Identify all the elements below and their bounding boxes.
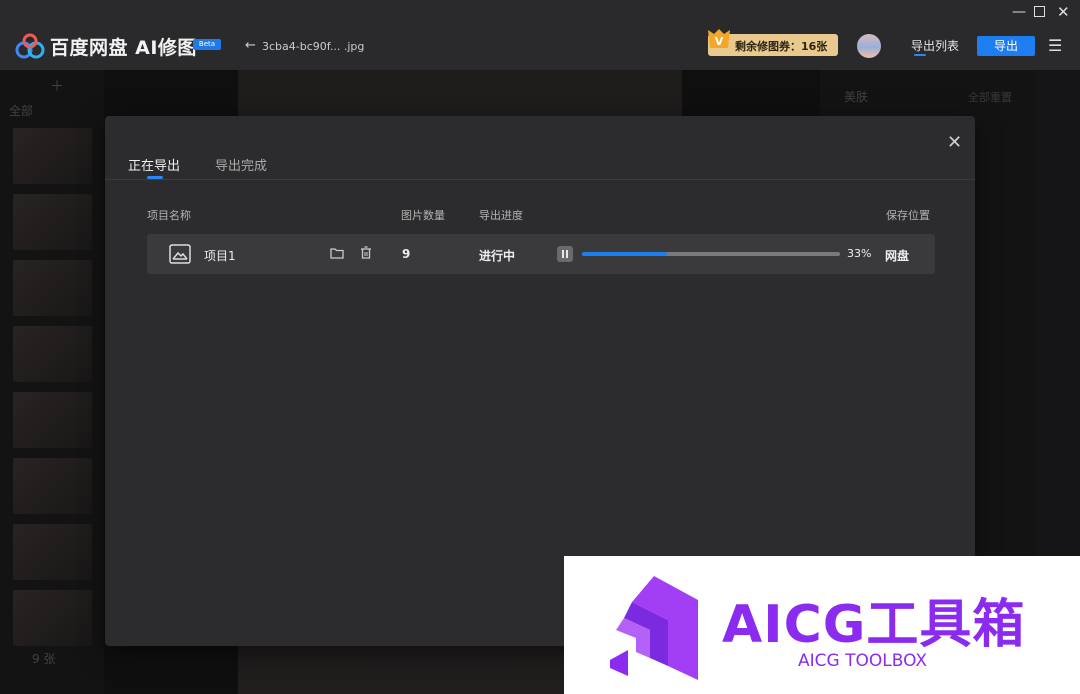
export-list-indicator bbox=[914, 54, 926, 56]
svg-text:V: V bbox=[715, 35, 724, 48]
tab-completed[interactable]: 导出完成 bbox=[215, 155, 267, 174]
aicg-logo-icon bbox=[610, 576, 698, 680]
maximize-icon[interactable] bbox=[1034, 6, 1045, 17]
column-header-count: 图片数量 bbox=[401, 209, 445, 222]
delete-icon[interactable] bbox=[357, 244, 375, 262]
pause-button[interactable] bbox=[557, 246, 573, 262]
export-status: 进行中 bbox=[479, 249, 516, 263]
divider bbox=[105, 179, 975, 180]
column-header-progress: 导出进度 bbox=[479, 209, 523, 222]
minimize-icon[interactable]: — bbox=[1012, 4, 1026, 20]
beta-badge: Beta bbox=[193, 39, 221, 50]
progress-percent: 33% bbox=[847, 247, 872, 260]
coupon-badge[interactable]: V 剩余修图券：16张 bbox=[708, 29, 838, 56]
export-list-link[interactable]: 导出列表 bbox=[911, 37, 959, 54]
file-name: 3cba4-bc90f... .jpg bbox=[262, 40, 365, 53]
tab-exporting[interactable]: 正在导出 bbox=[128, 155, 180, 174]
column-header-name: 项目名称 bbox=[147, 209, 191, 222]
watermark-title: AICG工具箱 bbox=[722, 595, 1026, 655]
dialog-close-icon[interactable]: ✕ bbox=[947, 132, 962, 153]
open-folder-icon[interactable] bbox=[328, 244, 346, 262]
export-button[interactable]: 导出 bbox=[977, 36, 1035, 56]
column-header-location: 保存位置 bbox=[886, 209, 930, 222]
app-logo-icon bbox=[15, 33, 45, 59]
app-window: ＋ 全部 9 张 美肤 全部重置 百度网盘 AI修图 Beta ← 3cba4-… bbox=[0, 0, 1080, 694]
menu-icon[interactable]: ☰ bbox=[1048, 36, 1062, 55]
export-row: 项目1 9 进行中 33% 网盘 bbox=[147, 234, 935, 274]
coupon-text: 剩余修图券：16张 bbox=[735, 40, 828, 53]
image-count: 9 bbox=[402, 247, 411, 261]
image-project-icon bbox=[169, 244, 191, 264]
save-location: 网盘 bbox=[885, 249, 910, 263]
progress-fill bbox=[582, 252, 668, 256]
title-bar: 百度网盘 AI修图 Beta ← 3cba4-bc90f... .jpg V 剩… bbox=[0, 0, 1080, 70]
vip-crown-icon: V bbox=[708, 29, 730, 48]
project-name: 项目1 bbox=[204, 249, 236, 263]
back-arrow-icon[interactable]: ← bbox=[245, 38, 256, 53]
app-title: 百度网盘 AI修图 bbox=[50, 37, 197, 59]
close-icon[interactable]: ✕ bbox=[1057, 3, 1070, 21]
watermark-subtitle: AICG TOOLBOX bbox=[798, 651, 928, 671]
progress-bar bbox=[582, 252, 840, 256]
avatar[interactable] bbox=[857, 34, 881, 58]
watermark: AICG工具箱 AICG TOOLBOX bbox=[564, 556, 1080, 694]
